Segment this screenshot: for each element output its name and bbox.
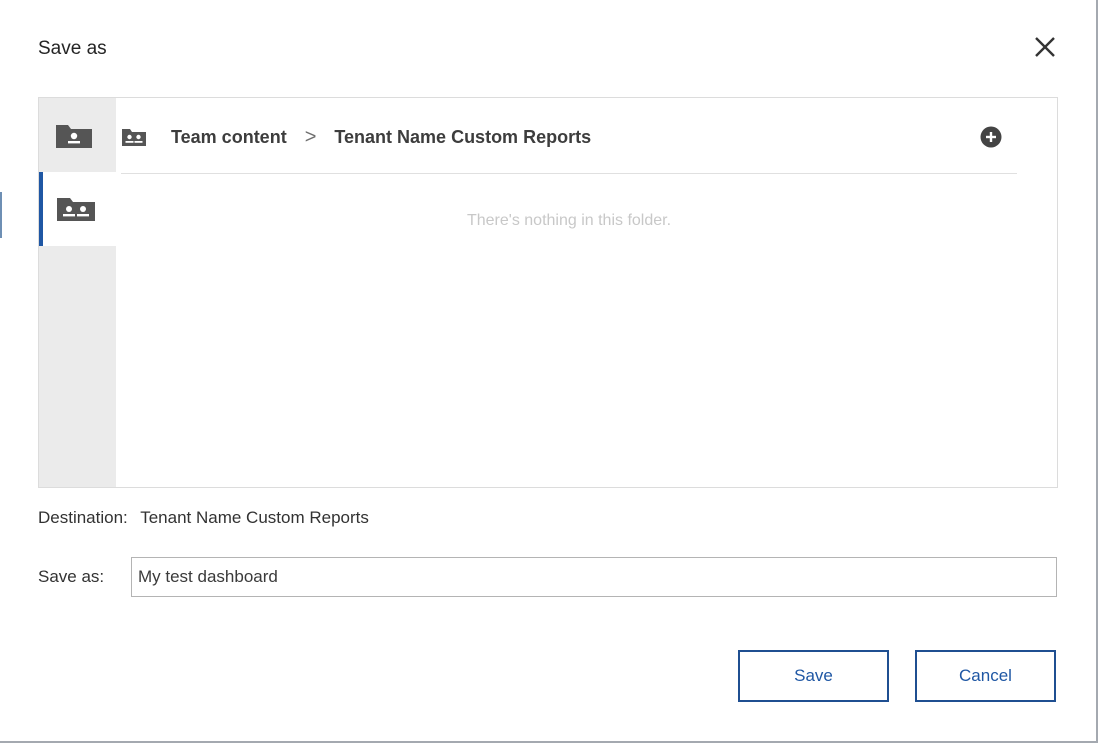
folder-sidebar [39,98,116,487]
dialog-title: Save as [38,38,107,59]
close-icon [1035,37,1055,57]
breadcrumb-team-content[interactable]: Team content [171,127,287,148]
add-circle-icon [980,126,1002,148]
my-content-folder-icon [56,125,92,148]
destination-row: Destination: Tenant Name Custom Reports [38,508,369,528]
destination-label: Destination: [38,508,128,527]
new-folder-button[interactable] [980,126,1002,148]
sidebar-item-team-content[interactable] [39,172,116,246]
sidebar-item-my-content[interactable] [39,98,116,172]
breadcrumb-separator: > [304,125,317,148]
cancel-button[interactable]: Cancel [915,650,1056,702]
destination-value: Tenant Name Custom Reports [140,508,369,527]
save-button[interactable]: Save [738,650,889,702]
team-folder-icon [122,129,146,146]
list-divider [121,173,1017,174]
save-as-label: Save as: [38,567,105,586]
close-button[interactable] [1031,33,1059,61]
breadcrumb-current-folder: Tenant Name Custom Reports [334,126,592,147]
folder-browser: Team content > Tenant Name Custom Report… [38,97,1058,488]
sidebar-background [39,246,116,487]
empty-folder-message: There's nothing in this folder. [466,212,672,229]
save-as-dialog: Save as Team content > Tenant Name Custo… [0,0,1098,743]
team-content-folder-icon [57,198,95,221]
edge-marker [0,192,2,238]
breadcrumb: Team content > Tenant Name Custom Report… [121,119,591,155]
save-as-name-input[interactable] [131,557,1057,597]
